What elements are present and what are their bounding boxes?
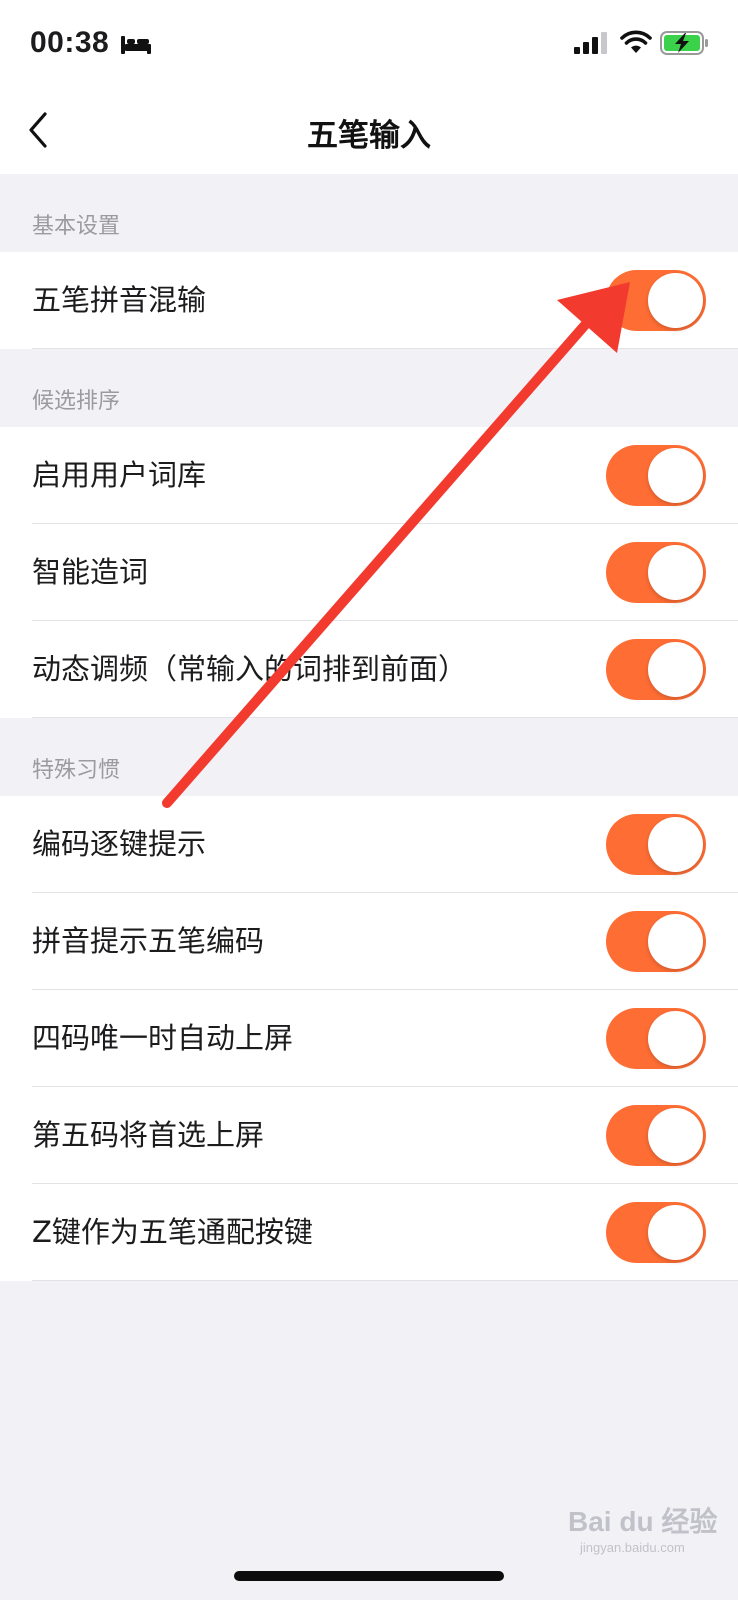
watermark-url: jingyan.baidu.com [580,1540,685,1555]
toggle-switch[interactable] [606,542,706,603]
status-bar: 00:38 [0,0,738,88]
bed-icon [121,36,151,54]
setting-row-smart-word-creation: 智能造词 [0,524,738,621]
home-indicator[interactable] [234,1571,504,1581]
setting-label: 四码唯一时自动上屏 [32,1021,294,1055]
toggle-knob [648,642,703,697]
row-divider [32,1280,738,1281]
toggle-switch[interactable] [606,911,706,972]
wifi-icon [620,30,652,53]
setting-row-dynamic-frequency: 动态调频（常输入的词排到前面） [0,621,738,718]
setting-label: 五笔拼音混输 [32,283,207,317]
toggle-switch[interactable] [606,1202,706,1263]
toggle-switch[interactable] [606,270,706,331]
setting-row-fifth-code-commit: 第五码将首选上屏 [0,1087,738,1184]
toggle-switch[interactable] [606,1105,706,1166]
section-header-special-habits: 特殊习惯 [0,718,738,796]
setting-row-z-wildcard-key: Z键作为五笔通配按键 [0,1184,738,1281]
nav-bar: 五笔输入 [0,88,738,174]
toggle-knob [648,448,703,503]
toggle-knob [648,1205,703,1260]
section-header-basic: 基本设置 [0,174,738,252]
toggle-knob [648,1108,703,1163]
setting-row-key-by-key-hint: 编码逐键提示 [0,796,738,893]
setting-row-four-code-auto-commit: 四码唯一时自动上屏 [0,990,738,1087]
setting-label: Z键作为五笔通配按键 [32,1215,313,1249]
toggle-switch[interactable] [606,814,706,875]
status-time: 00:38 [30,26,110,59]
setting-label: 第五码将首选上屏 [32,1118,265,1152]
toggle-switch[interactable] [606,639,706,700]
toggle-knob [648,914,703,969]
toggle-knob [648,273,703,328]
baidu-jingyan-watermark: Bai du 经验 jingyan.baidu.com [568,1500,718,1570]
setting-label: 拼音提示五笔编码 [32,924,265,958]
setting-label: 动态调频（常输入的词排到前面） [32,652,468,686]
setting-row-wubi-pinyin-mix: 五笔拼音混输 [0,252,738,349]
setting-label: 智能造词 [32,555,149,589]
battery-charging-icon [660,31,708,55]
setting-row-pinyin-hint-wubi-code: 拼音提示五笔编码 [0,893,738,990]
toggle-knob [648,1011,703,1066]
section-header-label: 基本设置 [32,214,121,239]
cellular-signal-icon [574,32,607,54]
setting-label: 启用用户词库 [32,458,207,492]
toggle-switch[interactable] [606,1008,706,1069]
section-header-label: 候选排序 [32,389,121,414]
page-title: 五笔输入 [307,118,431,154]
toggle-switch[interactable] [606,445,706,506]
setting-label: 编码逐键提示 [32,827,207,861]
watermark-brand: Bai du 经验 [568,1506,718,1537]
toggle-knob [648,817,703,872]
section-header-label: 特殊习惯 [32,758,121,783]
setting-row-user-dictionary: 启用用户词库 [0,427,738,524]
toggle-knob [648,545,703,600]
section-header-candidate-order: 候选排序 [0,349,738,427]
